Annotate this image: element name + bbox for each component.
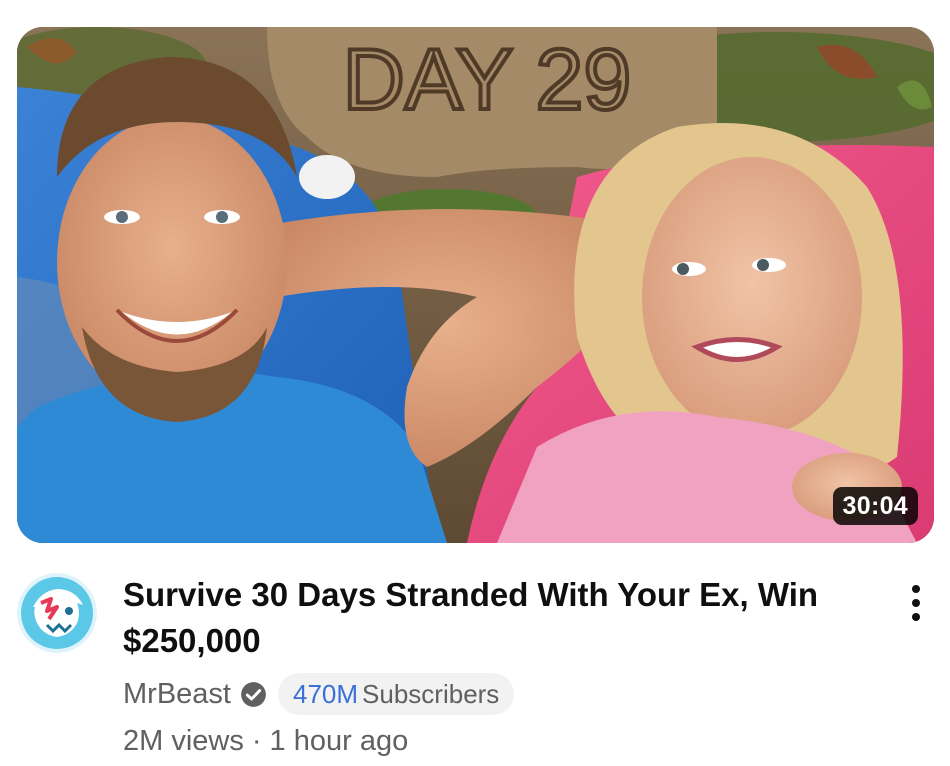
channel-row: MrBeast 470M Subscribers xyxy=(123,671,515,717)
view-count: 2M views xyxy=(123,724,244,757)
subscriber-label: Subscribers xyxy=(362,678,500,709)
thumbnail-day-text: DAY 29 xyxy=(343,32,631,128)
subscriber-count: 470M xyxy=(292,678,359,709)
more-options-button[interactable] xyxy=(895,576,937,630)
more-vert-icon xyxy=(912,585,920,593)
upload-time: 1 hour ago xyxy=(269,724,409,757)
verified-check-icon xyxy=(240,681,267,708)
video-thumbnail[interactable]: DAY 29 30:04 xyxy=(17,27,934,543)
thumbnail-image: DAY 29 xyxy=(17,27,934,543)
video-title[interactable]: Survive 30 Days Stranded With Your Ex, W… xyxy=(123,572,853,664)
duration-badge: 30:04 xyxy=(832,487,918,525)
channel-name[interactable]: MrBeast xyxy=(123,678,231,711)
video-metadata: 2M views · 1 hour ago xyxy=(123,721,408,761)
subscriber-count-pill: 470M Subscribers xyxy=(277,673,515,715)
more-vert-icon-dot xyxy=(912,613,920,621)
mrbeast-logo-icon xyxy=(17,573,97,653)
channel-avatar[interactable] xyxy=(17,573,97,653)
video-card: DAY 29 30:04 Survive 30 Days Stranded Wi… xyxy=(0,0,950,766)
metadata-separator: · xyxy=(251,724,262,757)
more-vert-icon-dot xyxy=(912,599,920,607)
